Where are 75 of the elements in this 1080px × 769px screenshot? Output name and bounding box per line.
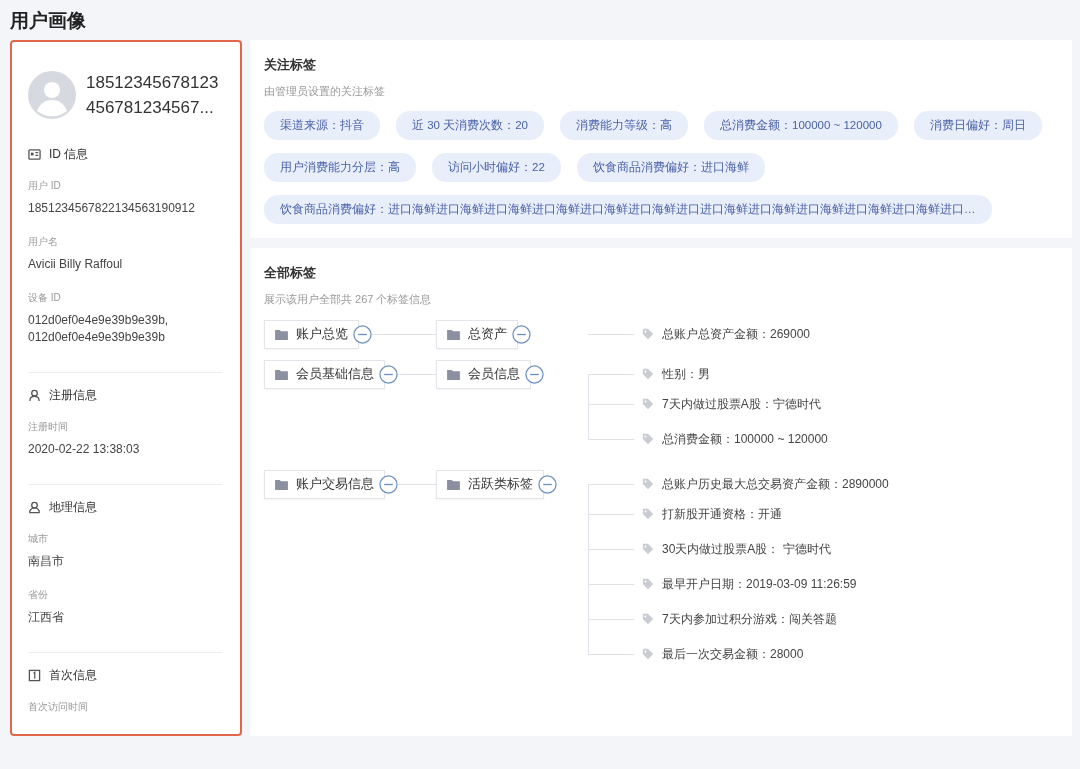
tag-label: 最早开户日期：2019-03-09 11:26:59: [662, 575, 857, 593]
tree-node[interactable]: 会员信息: [436, 359, 531, 389]
tag-label: 总账户历史最大总交易资产金额：2890000: [662, 475, 889, 493]
user-card-icon: [28, 501, 41, 514]
tag-label: 7天内参加过积分游戏：闯关答题: [662, 610, 837, 628]
section-title: 首次信息: [49, 667, 97, 684]
panel-subtitle: 由管理员设置的关注标签: [264, 84, 386, 99]
tag-label: 性别：男: [662, 365, 710, 383]
tag-icon: [642, 398, 654, 410]
field-label: 设备 ID: [28, 291, 62, 305]
panel-title: 全部标签: [264, 264, 317, 282]
field-value: Avicii Billy Raffoul: [28, 256, 124, 273]
field-label: 注册时间: [28, 420, 69, 434]
field-value: 2020-02-22 13:38:03: [28, 441, 141, 458]
tag-icon: [642, 578, 654, 590]
page-title: 用户画像: [10, 9, 87, 33]
folder-icon: [447, 478, 460, 490]
number-one-icon: [28, 669, 41, 682]
tag-icon: [642, 368, 654, 380]
tree-node[interactable]: 活跃类标签: [436, 469, 544, 499]
tag-label: 最后一次交易金额：28000: [662, 645, 804, 663]
field-label: 城市: [28, 532, 49, 546]
tree-node[interactable]: 会员基础信息: [264, 359, 385, 389]
folder-icon: [275, 368, 288, 380]
tag-icon: [642, 543, 654, 555]
field-label: 首次访问时间: [28, 700, 89, 714]
panel-title: 关注标签: [264, 56, 317, 74]
tag-label: 打新股开通资格：开通: [662, 505, 782, 523]
tag: 访问小时偏好：22: [432, 153, 561, 182]
section-title: 注册信息: [49, 387, 97, 404]
id-card-icon: [28, 148, 41, 161]
tag-label: 30天内做过股票A股： 宁德时代: [662, 540, 831, 558]
field-value: 江西省: [28, 609, 65, 626]
tag: 饮食商品消费偏好：进口海鲜: [576, 153, 765, 182]
collapse-icon[interactable]: [379, 364, 398, 384]
user-name: 18512345678123456781234567...: [86, 72, 220, 119]
tree-node[interactable]: 账户总览: [264, 319, 359, 349]
tag-icon: [642, 328, 654, 340]
tag: 渠道来源：抖音: [264, 111, 380, 140]
tag-label: 7天内做过股票A股：宁德时代: [662, 395, 821, 413]
panel-subtitle: 展示该用户全部共 267 个标签信息: [264, 292, 433, 307]
tag-label: 总账户总资产金额：269000: [662, 325, 811, 343]
collapse-icon[interactable]: [379, 474, 398, 494]
tag-label: 总消费金额：100000 ~ 120000: [662, 430, 828, 448]
field-label: 省份: [28, 588, 49, 602]
folder-icon: [275, 478, 288, 490]
tag: 饮食商品消费偏好：进口海鲜进口海鲜进口海鲜进口海鲜进口海鲜进口海鲜进口进口海鲜进口海鲜进口海鲜进口海鲜进口海鲜进口…: [264, 195, 992, 224]
collapse-icon[interactable]: [538, 474, 557, 494]
folder-icon: [447, 328, 460, 340]
tree-node[interactable]: 总资产: [436, 319, 518, 349]
folder-icon: [275, 328, 288, 340]
tag-icon: [642, 508, 654, 520]
section-title: 地理信息: [49, 499, 97, 516]
collapse-icon[interactable]: [353, 324, 372, 344]
collapse-icon[interactable]: [512, 324, 531, 344]
tag-icon: [642, 433, 654, 445]
user-icon: [28, 389, 41, 402]
tag-icon: [642, 478, 654, 490]
field-value: 012d0ef0e4e9e39b9e39b, 012d0ef0e4e9e39b9e39b: [28, 312, 170, 346]
tree-node[interactable]: 账户交易信息: [264, 469, 385, 499]
tag: 消费能力等级：高: [560, 111, 688, 140]
section-title: ID 信息: [49, 146, 89, 163]
tag: 用户消费能力分层：高: [264, 153, 416, 182]
folder-icon: [447, 368, 460, 380]
tag: 总消费金额：100000 ~ 120000: [704, 111, 898, 140]
field-label: 用户名: [28, 235, 59, 249]
tag: 消费日偏好：周日: [913, 111, 1042, 140]
tag-icon: [642, 648, 654, 660]
tag-icon: [642, 613, 654, 625]
tag: 近 30 天消费次数：20: [396, 111, 544, 140]
field-label: 用户 ID: [28, 179, 62, 193]
field-value: 1851234567822134563190912: [28, 200, 196, 217]
avatar-icon: [28, 71, 76, 119]
collapse-icon[interactable]: [525, 364, 544, 384]
field-value: 南昌市: [28, 553, 65, 570]
